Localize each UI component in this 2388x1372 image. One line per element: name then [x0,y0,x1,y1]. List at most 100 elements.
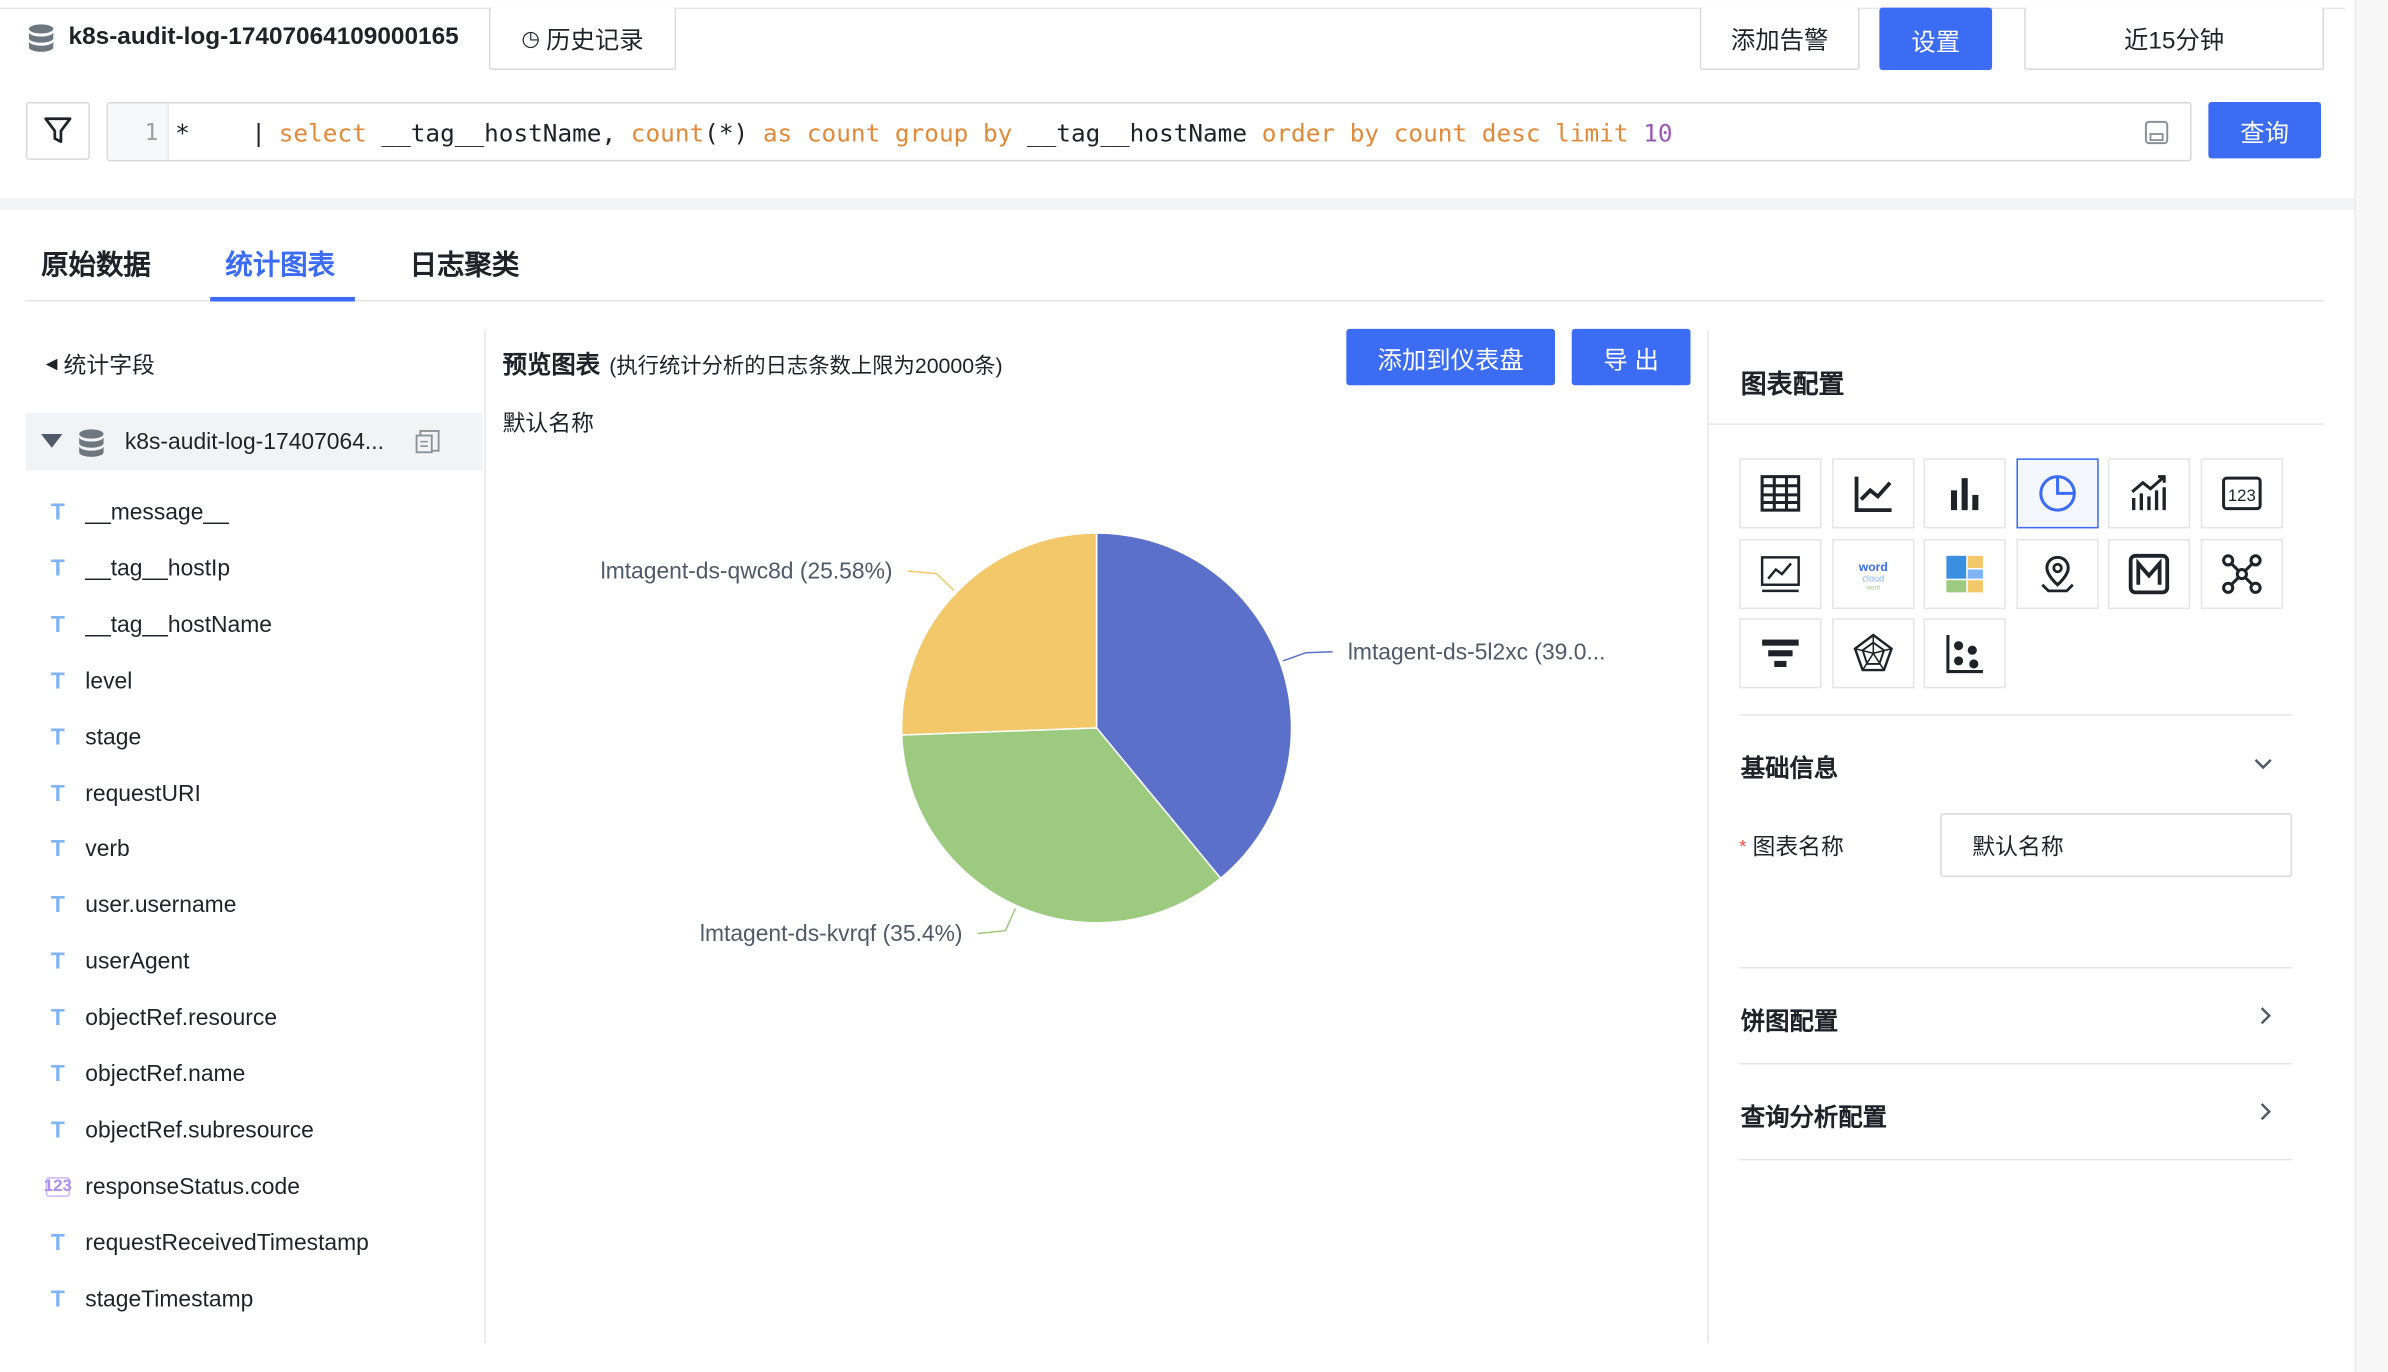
query-token: order by [1261,118,1380,148]
query-token: count [630,118,705,148]
chart-type-map[interactable] [2015,538,2098,609]
copy-icon[interactable] [414,428,441,455]
chart-type-scatter[interactable] [1923,618,2006,689]
chart-type-trend-chart[interactable] [2107,458,2191,529]
query-editor[interactable]: 1 * | select __tag__hostName, count(*) a… [106,102,2192,162]
tab-charts[interactable]: 统计图表 [225,244,335,284]
search-button[interactable]: 查询 [2208,102,2322,159]
chart-type-radar[interactable] [1831,618,1914,689]
time-range-picker[interactable]: 近15分钟 [2024,7,2325,71]
funnel-icon [1762,639,1799,667]
query-pipe: | [251,118,266,148]
field-item[interactable]: TuserAgent [46,949,190,975]
field-item[interactable]: T __tag__hostIp [46,556,230,582]
number-type-icon: 123 [43,1176,72,1197]
trend-chart-icon [2131,475,2166,511]
query-token: select [278,118,367,148]
text-type-icon: T [50,948,65,975]
logstore-row-icon [76,428,106,458]
field-item[interactable]: 123 responseStatus.code [43,1174,300,1200]
chart-type-pie-chart[interactable] [2015,458,2098,529]
field-item[interactable]: Tlevel [46,668,133,694]
pie-slice-label: lmtagent-ds-5l2xc (39.0... [1348,638,1606,664]
chart-type-number[interactable]: 123 [2199,458,2283,529]
field-item[interactable]: TrequestReceivedTimestamp [46,1230,369,1256]
tab-divider [25,299,2325,302]
preview-note: (执行统计分析的日志条数上限为20000条) [609,353,1003,378]
field-name: requestURI [85,780,201,807]
chart-name-field-label: * 图表名称 [1739,830,1844,862]
chart-type-line-chart[interactable] [1831,458,1914,529]
pie-slice[interactable] [900,532,1098,736]
svg-text:123: 123 [2227,486,2255,505]
field-item[interactable]: Tstage [46,724,141,750]
flow-chart-icon [1760,555,1800,592]
field-item[interactable]: TobjectRef.subresource [46,1118,314,1144]
settings-button[interactable]: 设置 [1879,7,1993,71]
save-query-icon[interactable] [2143,119,2170,146]
chevron-right-icon [2260,1103,2271,1121]
tab-raw-data[interactable]: 原始数据 [41,244,151,284]
caret-down-icon[interactable] [41,433,63,448]
query-token: as [762,118,793,148]
chart-type-table[interactable] [1739,458,1822,529]
chart-type-divider [1739,714,2293,716]
history-button[interactable]: ◷ 历史记录 [488,7,677,71]
add-alert-button[interactable]: 添加告警 [1699,7,1860,71]
chart-name-input[interactable]: 默认名称 [1940,813,2293,878]
field-name: __tag__hostIp [85,555,231,582]
query-config-header[interactable]: 查询分析配置 [1741,1096,2292,1133]
pie-config-divider [1739,1062,2293,1065]
svg-text:word: word [1865,584,1879,591]
field-item[interactable]: T __tag__hostName [46,612,272,638]
query-token: count [1393,118,1468,148]
field-item[interactable]: Tverb [46,837,130,863]
chart-type-flow-chart[interactable] [1739,538,1822,609]
add-to-dashboard-button[interactable]: 添加到仪表盘 [1346,328,1555,386]
config-title-divider [1708,423,2325,425]
query-config-divider [1739,1158,2293,1161]
field-item[interactable]: TobjectRef.resource [46,1005,277,1031]
chart-type-bar-chart[interactable] [1923,458,2006,529]
treemap-icon [1946,555,1983,592]
preview-config-divider [1707,330,1709,1344]
field-item[interactable]: T __message__ [46,499,229,525]
field-item[interactable]: TobjectRef.name [46,1061,245,1087]
basic-info-divider [1739,966,2293,969]
right-scrollbar[interactable] [2354,0,2388,1372]
query-token [792,119,807,148]
field-item[interactable]: TrequestURI [46,780,201,806]
pie-config-header[interactable]: 饼图配置 [1741,1000,2292,1037]
chart-type-funnel[interactable] [1739,618,1822,689]
text-type-icon: T [50,499,65,526]
chart-type-markdown[interactable] [2107,538,2191,609]
chart-type-topology[interactable] [2199,538,2283,609]
radar-icon [1852,633,1893,672]
pie-label-line [1282,650,1333,662]
field-name: verb [85,836,130,863]
collapse-fields-button[interactable]: ◀ 统计字段 [46,349,155,381]
field-name: objectRef.resource [85,1005,278,1032]
text-type-icon: T [50,555,65,582]
line-chart-icon [1853,476,1891,513]
field-item[interactable]: TstageTimestamp [46,1286,254,1312]
field-name: level [85,668,133,694]
tab-active-indicator [210,296,355,302]
field-item[interactable]: Tuser.username [46,893,237,919]
query-token [1467,119,1482,148]
text-type-icon: T [50,892,65,919]
chart-type-treemap[interactable] [1923,538,2006,609]
svg-text:cloud: cloud [1862,573,1884,583]
export-button[interactable]: 导 出 [1571,328,1691,386]
filter-button[interactable] [25,102,90,160]
field-name: userAgent [85,948,190,975]
field-name: requestReceivedTimestamp [85,1229,369,1256]
field-name: __tag__hostName [85,611,272,638]
query-sql: select __tag__hostName, count(*) as coun… [279,119,1673,148]
topology-icon [2221,553,2261,594]
logstore-row-label: k8s-audit-log-17407064... [124,429,384,456]
chart-type-word-cloud[interactable]: word cloud word [1831,538,1914,609]
basic-info-header[interactable]: 基础信息 [1741,748,2292,785]
tab-log-cluster[interactable]: 日志聚类 [410,244,520,284]
query-token: desc [1481,118,1541,148]
